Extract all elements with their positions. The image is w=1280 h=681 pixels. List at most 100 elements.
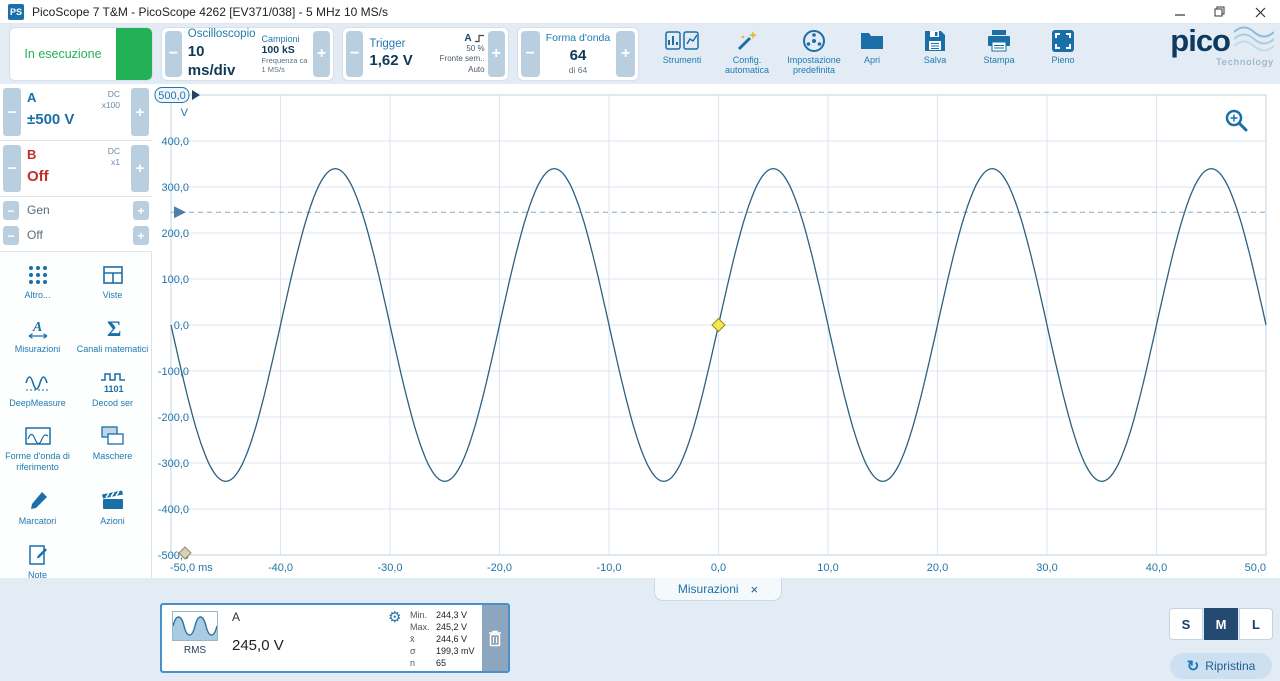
trigger-mode: Auto [468,64,485,74]
fullscreen-icon [1052,30,1074,52]
waveform-count: di 64 [568,65,588,75]
generator-state-minus-button[interactable]: − [3,226,19,245]
trigger-plus-button[interactable]: + [487,31,505,77]
sample-rate-value: 1 MS/s [261,65,285,74]
size-button-group: S M L [1168,608,1273,640]
stat-value: 65 [436,658,447,668]
sidebar-tool-azioni[interactable]: Azioni [77,486,149,527]
sidebar-tool-altro[interactable]: Altro... [2,260,74,301]
tool-label: Viste [102,290,123,300]
channel-b-minus-button[interactable]: − [3,145,21,192]
sidebar-tool-viste[interactable]: Viste [77,260,149,301]
delete-measurement-button[interactable] [482,605,508,671]
scope-view[interactable]: 500,0 V 400,0 300,0 200,0 100,0 0,0 -100,0 -200,… [152,84,1280,578]
channel-b-plus-button[interactable]: + [131,145,149,192]
sidebar-tool-maschere[interactable]: Maschere [77,421,149,473]
measurement-card[interactable]: RMS A 245,0 V ⚙ Min. 244,3 V Max. 245,2 V … [160,603,510,673]
measurement-thumbnail [172,611,218,641]
svg-text:300,0: 300,0 [161,182,189,194]
masks-icon [77,421,149,448]
pico-logo: pico Technology [1148,25,1274,80]
measurement-type: RMS [183,645,207,656]
sidebar-tool-decod-ser[interactable]: 1101 Decod ser [77,368,149,409]
axis-drag-handle-icon[interactable] [178,546,192,560]
size-button-l[interactable]: L [1239,608,1273,640]
svg-text:Σ: Σ [107,316,121,341]
stat-label: Min. [410,610,428,620]
reference-waveforms-icon [2,421,74,448]
waveform-index[interactable]: 64 [570,46,587,66]
close-icon [1255,7,1265,17]
print-button[interactable]: Stampa [976,28,1022,82]
default-setup-button[interactable]: Impostazione predefinita [780,28,848,82]
channel-b-range[interactable]: Off [27,168,49,185]
sidebar-tool-canali-matematici[interactable]: Σ Canali matematici [77,314,149,355]
channel-b-name: B [27,147,37,162]
tools-button[interactable]: Strumenti [650,28,714,82]
auto-setup-label: Config. automatica [724,55,770,76]
sidebar-tool-note[interactable]: Note [2,540,74,581]
sidebar-tool-forme-riferimento[interactable]: Forme d'onda di riferimento [2,421,74,473]
run-stop-button[interactable]: In esecuzione [10,28,152,80]
tools-label: Strumenti [662,55,702,65]
channel-a-plus-button[interactable]: + [131,88,149,136]
restore-window-button[interactable] [1200,0,1240,24]
generator-box[interactable]: − Gen + − Off + [0,197,152,252]
channel-a-probe: x100 [101,99,120,110]
timebase-plus-button[interactable]: + [313,31,330,77]
notes-icon [2,540,74,567]
titlebar: PS PicoScope 7 T&M - PicoScope 4262 [EV3… [0,0,1280,24]
generator-state[interactable]: Off [27,228,43,242]
deepmeasure-icon [2,368,74,395]
sidebar-tool-misurazioni[interactable]: A Misurazioni [2,314,74,355]
channel-a-range[interactable]: ±500 V [27,111,74,128]
auto-setup-button[interactable]: Config. automatica [716,28,778,82]
restore-button[interactable]: ↻ Ripristina [1170,653,1272,679]
timebase-minus-button[interactable]: − [165,31,182,77]
folder-icon [861,33,883,49]
measurement-value: 245,0 V [232,637,284,654]
measurement-settings-gear-icon[interactable]: ⚙ [388,608,401,626]
timebase-value[interactable]: 10 ms/div [188,42,256,81]
minimize-button[interactable] [1160,0,1200,24]
sidebar-tool-marcatori[interactable]: Marcatori [2,486,74,527]
tab-misurazioni[interactable]: Misurazioni × [654,578,782,601]
fullscreen-button[interactable]: Pieno [1040,28,1086,82]
trash-icon [489,630,501,647]
fullscreen-label: Pieno [1051,55,1075,65]
stat-label: σ [410,646,416,656]
channel-b-box[interactable]: − B DC x1 Off + [0,141,152,197]
trigger-source[interactable]: A [464,33,471,44]
sidebar-tool-deepmeasure[interactable]: DeepMeasure [2,368,74,409]
trigger-value[interactable]: 1,62 V [369,51,431,71]
open-button[interactable]: Apri [850,28,894,82]
waveform-next-button[interactable]: + [616,31,635,77]
samples-value[interactable]: 100 kS [262,44,310,56]
svg-text:-50,0 ms: -50,0 ms [170,562,213,574]
default-setup-icon [803,30,825,52]
svg-text:0,0: 0,0 [174,320,189,332]
generator-state-plus-button[interactable]: + [133,226,149,245]
generator-plus-button[interactable]: + [133,201,149,220]
waveform-prev-button[interactable]: − [521,31,540,77]
trigger-marker [711,317,726,333]
trigger-minus-button[interactable]: − [346,31,364,77]
svg-text:200,0: 200,0 [161,228,189,240]
size-button-m[interactable]: M [1204,608,1238,640]
tab-close-icon[interactable]: × [751,582,759,597]
save-button[interactable]: Salva [912,28,958,82]
tool-label: Maschere [92,451,133,462]
waveform-chart[interactable]: 500,0 V 400,0 300,0 200,0 100,0 0,0 -100,0 -200,… [152,84,1280,578]
size-button-s[interactable]: S [1169,608,1203,640]
channel-a-minus-button[interactable]: − [3,88,21,136]
generator-minus-button[interactable]: − [3,201,19,220]
printer-icon [988,30,1010,52]
app-icon: PS [8,3,24,20]
sigma-icon: Σ [77,314,149,341]
svg-text:1101: 1101 [104,384,124,394]
zoom-icon[interactable] [1224,108,1250,134]
channel-a-box[interactable]: − A DC x100 ±500 V + [0,84,152,141]
close-button[interactable] [1240,0,1280,24]
serial-decode-icon: 1101 [77,368,149,395]
stat-value: 199,3 mV [436,646,475,656]
